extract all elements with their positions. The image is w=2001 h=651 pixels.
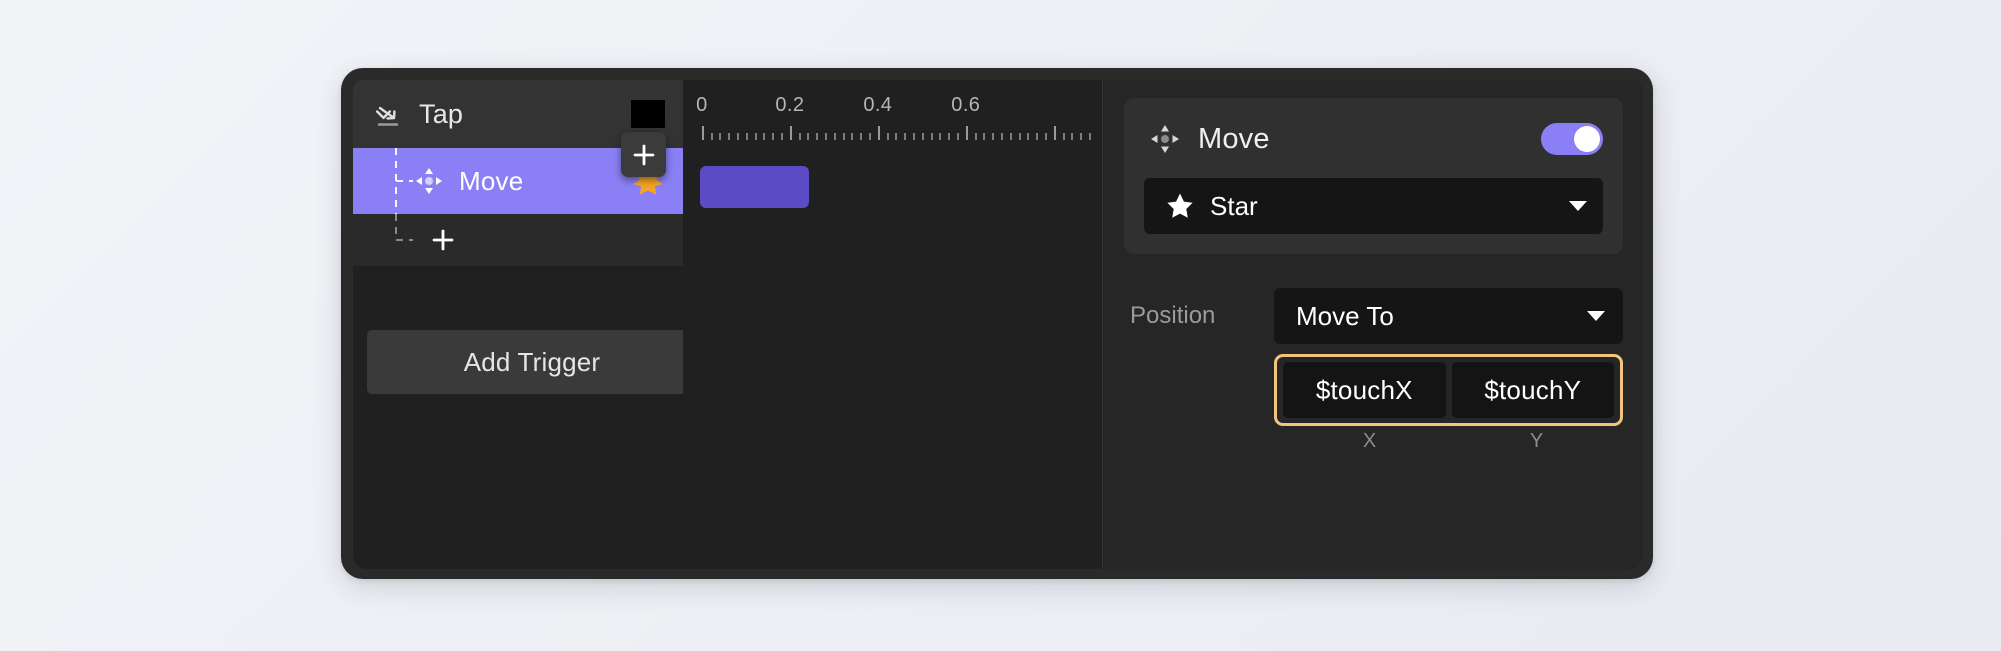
ruler-tick xyxy=(728,133,731,140)
chevron-down-icon xyxy=(1569,201,1587,211)
ruler-tick xyxy=(719,133,722,140)
ruler-ticks xyxy=(683,124,1102,140)
ruler-tick xyxy=(948,133,951,140)
position-y-caption: Y xyxy=(1529,430,1544,452)
ruler-tick xyxy=(886,133,889,140)
ruler-tick xyxy=(904,133,907,140)
ruler-tick xyxy=(710,133,713,140)
ruler-tick xyxy=(1036,133,1039,140)
ruler-tick xyxy=(957,133,960,140)
tap-gesture-icon xyxy=(375,106,399,126)
tree-connector-end-icon xyxy=(395,214,413,241)
ruler-tick xyxy=(930,133,933,140)
ruler-tick xyxy=(1009,133,1012,140)
ruler-tick xyxy=(921,133,924,140)
toggle-knob xyxy=(1574,126,1600,152)
ruler-tick xyxy=(877,126,880,140)
ruler-label: 0 xyxy=(696,94,708,116)
trigger-title: Tap xyxy=(419,98,464,129)
ruler-tick xyxy=(965,126,968,140)
ruler-tick xyxy=(1080,133,1083,140)
ruler-tick xyxy=(1045,133,1048,140)
coordinates-wrapper: $touchX $touchY xyxy=(1274,354,1623,426)
ruler-tick xyxy=(895,133,898,140)
target-object-label: Star xyxy=(1210,190,1258,221)
ruler-tick xyxy=(1089,133,1091,140)
ruler-tick xyxy=(1062,133,1065,140)
ruler-tick xyxy=(816,133,819,140)
ruler-tick xyxy=(860,133,863,140)
coordinates-highlight-box: $touchX $touchY xyxy=(1274,354,1623,426)
timeline-ruler[interactable]: 0 0.2 0.4 0.6 xyxy=(683,80,1102,148)
trigger-color-swatch[interactable] xyxy=(631,100,665,128)
trigger-editor-panel: Tap Move Add Trigger 0 0.2 0.4 0.6 Move … xyxy=(341,68,1653,579)
ruler-tick xyxy=(939,133,942,140)
ruler-label: 0.4 xyxy=(863,94,893,116)
move-arrows-icon xyxy=(416,168,442,194)
position-mode-select[interactable]: Move To xyxy=(1274,288,1623,344)
ruler-label: 0.2 xyxy=(775,94,805,116)
position-row: Position Move To xyxy=(1124,288,1623,344)
ruler-tick xyxy=(913,133,916,140)
timeline-column[interactable]: 0 0.2 0.4 0.6 xyxy=(683,80,1103,569)
ruler-tick xyxy=(851,133,854,140)
move-arrows-icon xyxy=(1151,125,1179,153)
ruler-tick xyxy=(745,133,748,140)
plus-icon xyxy=(633,144,654,165)
inspector-panel: Move Star Position Move To $touchX $touc… xyxy=(1104,80,1643,569)
ruler-tick xyxy=(781,133,784,140)
ruler-tick xyxy=(825,133,828,140)
position-x-value: $touchX xyxy=(1315,374,1413,405)
action-enabled-toggle[interactable] xyxy=(1541,123,1603,155)
ruler-tick xyxy=(1053,126,1056,140)
ruler-label: 0.6 xyxy=(951,94,981,116)
ruler-tick xyxy=(798,133,801,140)
ruler-tick xyxy=(772,133,775,140)
add-action-chip-button[interactable] xyxy=(621,132,666,177)
position-label: Position xyxy=(1130,302,1216,329)
coordinate-captions: X Y xyxy=(1283,430,1623,453)
ruler-tick xyxy=(833,133,836,140)
target-object-select[interactable]: Star xyxy=(1144,178,1603,234)
ruler-tick xyxy=(1027,133,1030,140)
action-card-move: Move Star xyxy=(1124,98,1623,254)
timeline-track[interactable] xyxy=(683,148,1102,569)
ruler-tick xyxy=(763,133,766,140)
ruler-tick xyxy=(974,133,977,140)
action-card-title: Move xyxy=(1198,122,1270,155)
panel-inner: Tap Move Add Trigger 0 0.2 0.4 0.6 Move … xyxy=(353,80,1643,569)
ruler-tick xyxy=(789,126,792,140)
star-icon xyxy=(1167,193,1193,218)
timeline-clip-move[interactable] xyxy=(699,166,809,208)
action-label: Move xyxy=(459,165,524,196)
ruler-tick xyxy=(992,133,995,140)
ruler-tick xyxy=(1071,133,1074,140)
position-mode-label: Move To xyxy=(1296,300,1394,331)
ruler-tick xyxy=(701,126,704,140)
chevron-down-icon xyxy=(1587,311,1605,321)
tree-connector-icon xyxy=(395,148,413,214)
position-y-value: $touchY xyxy=(1484,374,1582,405)
ruler-tick xyxy=(807,133,810,140)
position-x-caption: X xyxy=(1362,430,1377,452)
ruler-tick xyxy=(842,133,845,140)
ruler-labels: 0 0.2 0.4 0.6 xyxy=(683,94,1102,120)
ruler-tick xyxy=(869,133,872,140)
position-x-field[interactable]: $touchX xyxy=(1283,362,1446,418)
ruler-tick xyxy=(1018,133,1021,140)
ruler-tick xyxy=(983,133,986,140)
action-card-header: Move xyxy=(1144,116,1603,162)
add-action-plus-icon[interactable] xyxy=(431,228,455,252)
add-trigger-button[interactable]: Add Trigger xyxy=(367,330,697,394)
add-action-row[interactable] xyxy=(353,214,683,266)
position-y-field[interactable]: $touchY xyxy=(1451,362,1614,418)
ruler-tick xyxy=(754,133,757,140)
ruler-tick xyxy=(737,133,740,140)
ruler-tick xyxy=(1001,133,1004,140)
